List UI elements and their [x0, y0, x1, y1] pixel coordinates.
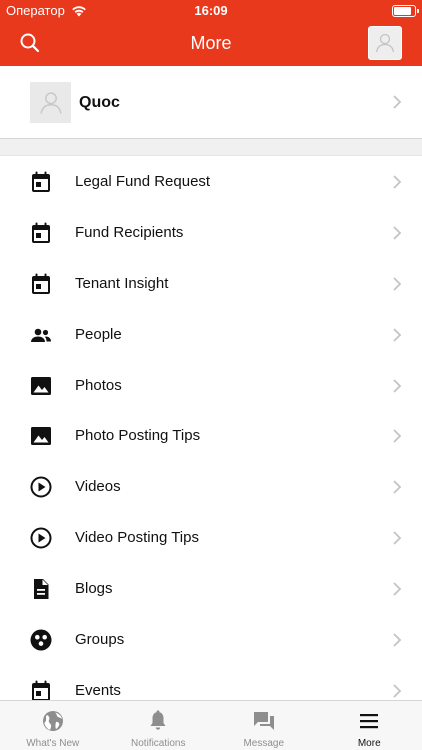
menu-item-legal-fund-request[interactable]: Legal Fund Request — [0, 156, 422, 207]
people-icon — [31, 328, 51, 342]
photo-icon — [31, 427, 51, 446]
tab-label: What's New — [26, 738, 80, 749]
chevron-right-icon — [393, 328, 402, 342]
profile-avatar-button[interactable] — [368, 26, 402, 60]
menu-item-label: Video Posting Tips — [75, 529, 199, 547]
menu-item-events[interactable]: Events — [0, 665, 422, 700]
profile-name: Quoc — [79, 94, 120, 111]
nav-bar: More — [0, 22, 422, 66]
chevron-right-icon — [393, 378, 402, 393]
calendar-icon — [32, 222, 50, 243]
chat-icon — [253, 712, 274, 730]
photo-icon — [31, 376, 51, 395]
chevron-right-icon — [393, 684, 402, 698]
tab-label: More — [357, 738, 381, 749]
menu-item-video-posting-tips[interactable]: Video Posting Tips — [0, 512, 422, 563]
profile-row[interactable]: Quoc — [0, 66, 422, 138]
play-circle-icon — [30, 527, 52, 549]
menu-item-groups[interactable]: Groups — [0, 614, 422, 665]
tab-notifications[interactable]: Notifications — [106, 701, 212, 750]
tab-bar: What's New Notifications Message More — [0, 700, 422, 750]
menu-item-label: Videos — [75, 478, 121, 496]
menu-item-people[interactable]: People — [0, 309, 422, 360]
chevron-right-icon — [393, 480, 402, 494]
user-avatar-icon — [375, 33, 395, 53]
more-menu-list: Legal Fund Request Fund Recipients Tenan… — [0, 156, 422, 700]
app-header: Оператор 16:09 More — [0, 0, 422, 66]
status-bar: Оператор 16:09 — [0, 0, 422, 22]
menu-item-label: Legal Fund Request — [75, 173, 211, 190]
chevron-right-icon — [393, 226, 402, 240]
calendar-icon — [32, 680, 50, 700]
menu-item-label: Events — [75, 681, 121, 699]
tab-more[interactable]: More — [317, 701, 422, 750]
globe-icon — [42, 711, 63, 731]
user-avatar-icon — [39, 91, 62, 114]
battery-icon — [392, 5, 419, 17]
chevron-right-icon — [393, 531, 402, 545]
menu-item-blogs[interactable]: Blogs — [0, 563, 422, 614]
tab-message[interactable]: Message — [211, 701, 317, 750]
menu-item-label: Fund Recipients — [75, 223, 184, 241]
chevron-right-icon — [393, 582, 402, 596]
avatar — [30, 82, 71, 123]
menu-item-photos[interactable]: Photos — [0, 360, 422, 411]
menu-item-label: Blogs — [75, 580, 113, 598]
groups-icon — [30, 629, 52, 651]
menu-item-label: People — [75, 325, 122, 343]
page-title: More — [190, 33, 232, 53]
status-time: 16:09 — [194, 3, 228, 18]
bell-icon — [150, 710, 166, 730]
menu-item-photo-posting-tips[interactable]: Photo Posting Tips — [0, 410, 422, 461]
chevron-right-icon — [393, 277, 402, 291]
chevron-right-icon — [393, 95, 402, 109]
menu-item-label: Tenant Insight — [75, 274, 169, 292]
battery-level — [394, 7, 411, 15]
menu-icon — [360, 714, 379, 729]
document-icon — [34, 579, 49, 600]
menu-item-tenant-insight[interactable]: Tenant Insight — [0, 258, 422, 309]
tab-label: Message — [243, 738, 285, 749]
chevron-right-icon — [393, 175, 402, 189]
menu-item-label: Photos — [75, 376, 122, 394]
menu-item-label: Groups — [75, 631, 125, 649]
tab-whats-new[interactable]: What's New — [0, 701, 106, 750]
tab-label: Notifications — [131, 738, 186, 749]
calendar-icon — [32, 273, 50, 294]
section-divider — [0, 138, 422, 156]
menu-item-videos[interactable]: Videos — [0, 461, 422, 512]
chevron-right-icon — [393, 633, 402, 647]
chevron-right-icon — [393, 429, 402, 444]
play-circle-icon — [30, 476, 52, 498]
calendar-icon — [32, 171, 50, 192]
menu-item-label: Photo Posting Tips — [75, 427, 201, 445]
menu-item-fund-recipients[interactable]: Fund Recipients — [0, 207, 422, 258]
